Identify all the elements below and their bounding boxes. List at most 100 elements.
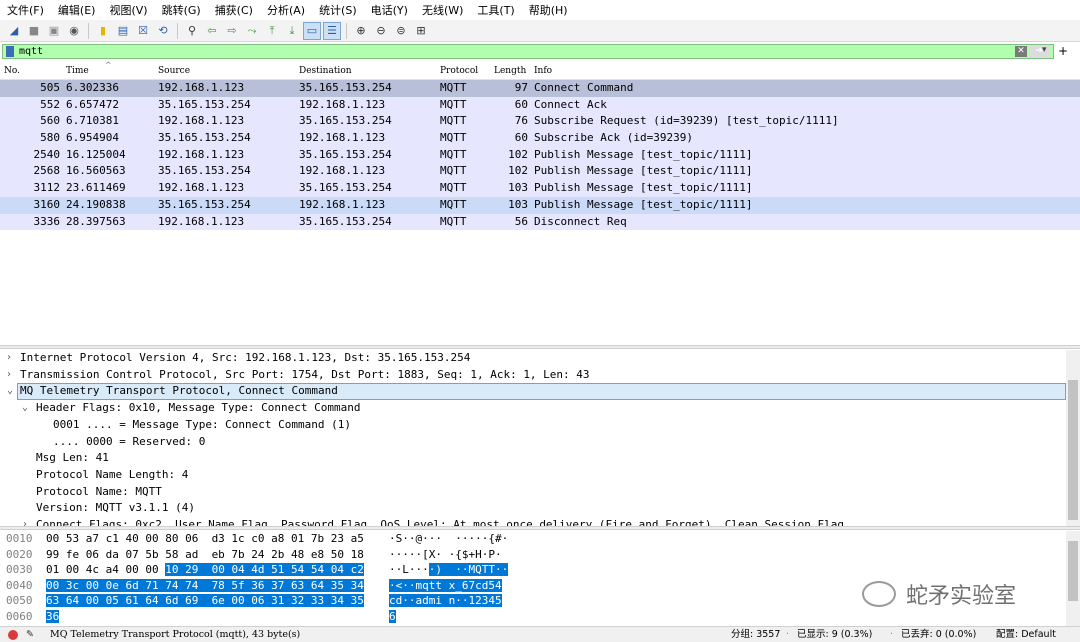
pane-splitter[interactable] xyxy=(0,526,1080,530)
reload-icon[interactable]: ⟲ xyxy=(155,23,171,39)
packet-row[interactable]: 560 6.710381 192.168.1.123 35.165.153.254 MQ… xyxy=(0,113,1080,131)
tree-item-message-type[interactable]: 0001 .... = Message Type: Connect Comman… xyxy=(53,417,351,434)
packet-row[interactable]: 2568 16.560563 35.165.153.254 192.168.1.123… xyxy=(0,163,1080,181)
zoom-in-icon[interactable]: ⊕ xyxy=(353,23,369,39)
options-gear-icon[interactable]: ◉ xyxy=(66,23,82,39)
hex-line[interactable]: 0010 00 53 a7 c1 40 00 80 06 d3 1c c0 a8 … xyxy=(0,531,1080,547)
column-header-protocol[interactable]: Protocol xyxy=(440,66,478,76)
tree-item-ipv4[interactable]: › Internet Protocol Version 4, Src: 192.1… xyxy=(6,350,470,367)
menu-item[interactable]: 统计(S) xyxy=(312,2,364,18)
packet-length: 56 xyxy=(514,214,528,228)
menu-item[interactable]: 捕获(C) xyxy=(208,2,260,18)
go-forward-icon[interactable]: ⇨ xyxy=(224,23,240,39)
tree-item-msg-len[interactable]: Msg Len: 41 xyxy=(36,450,109,467)
hex-ascii[interactable]: ·S··@··· ·····{#· xyxy=(389,531,508,547)
menu-item[interactable]: 工具(T) xyxy=(470,2,521,18)
stop-icon[interactable]: ■ xyxy=(26,23,42,39)
menu-item[interactable]: 跳转(G) xyxy=(155,2,208,18)
filter-history-dropdown-icon[interactable]: ▾ xyxy=(1042,45,1047,55)
shark-fin-start-icon[interactable]: ◢ xyxy=(6,23,22,39)
menu-item[interactable]: 视图(V) xyxy=(102,2,154,18)
zoom-out-icon[interactable]: ⊖ xyxy=(373,23,389,39)
hex-bytes[interactable]: 99 fe 06 da 07 5b 58 ad eb 7b 24 2b 48 e… xyxy=(46,547,364,563)
menu-item[interactable]: 编辑(E) xyxy=(51,2,103,18)
last-packet-icon[interactable]: ⤓ xyxy=(284,23,300,39)
first-packet-icon[interactable]: ⤒ xyxy=(264,23,280,39)
packet-source: 192.168.1.123 xyxy=(158,181,245,195)
packet-row[interactable]: 3160 24.190838 35.165.153.254 192.168.1.123… xyxy=(0,196,1080,214)
packet-row[interactable]: 552 6.657472 35.165.153.254 192.168.1.123 MQ… xyxy=(0,96,1080,114)
menu-item[interactable]: 帮助(H) xyxy=(522,2,575,18)
filter-text[interactable]: mqtt xyxy=(19,45,43,58)
tree-item-protocol-name[interactable]: Protocol Name: MQTT xyxy=(36,484,162,501)
normal-size-icon[interactable]: ⊜ xyxy=(393,23,409,39)
collapsed-arrow-icon[interactable]: › xyxy=(6,350,12,367)
expert-info-icon[interactable] xyxy=(8,630,18,640)
hex-bytes[interactable]: 36 xyxy=(46,609,60,625)
find-packet-icon[interactable]: ⚲ xyxy=(184,23,200,39)
column-header-info[interactable]: Info xyxy=(534,66,552,76)
tree-item-tcp[interactable]: › Transmission Control Protocol, Src Port… xyxy=(6,367,590,384)
packet-row[interactable]: 3336 28.397563 192.168.1.123 35.165.153.254… xyxy=(0,213,1080,231)
collapsed-arrow-icon[interactable]: › xyxy=(6,367,12,384)
hex-ascii[interactable]: 6 xyxy=(389,609,396,625)
packet-source: 192.168.1.123 xyxy=(158,114,245,128)
packet-row[interactable]: 2540 16.125004 192.168.1.123 35.165.153.254… xyxy=(0,146,1080,164)
details-scrollbar[interactable] xyxy=(1066,350,1080,526)
hex-bytes[interactable]: 00 53 a7 c1 40 00 80 06 d3 1c c0 a8 01 7… xyxy=(46,531,364,547)
expanded-arrow-icon[interactable]: ⌄ xyxy=(7,384,13,399)
packet-row[interactable]: 580 6.954904 35.165.153.254 192.168.1.123 MQ… xyxy=(0,130,1080,147)
hex-bytes[interactable]: 00 3c 00 0e 6d 71 74 74 78 5f 36 37 63 6… xyxy=(46,578,364,594)
tree-item-mqtt[interactable]: ⌄ MQ Telemetry Transport Protocol, Connec… xyxy=(7,383,1066,401)
hex-line[interactable]: 0030 01 00 4c a4 00 00 10 29 00 04 4d 51 … xyxy=(0,562,1080,578)
menu-item[interactable]: 文件(F) xyxy=(0,2,51,18)
menu-item[interactable]: 分析(A) xyxy=(260,2,312,18)
hex-line[interactable]: 0060 36 6 xyxy=(0,609,1080,625)
column-header-time[interactable]: Time xyxy=(66,66,89,76)
pane-splitter[interactable] xyxy=(0,345,1080,349)
tree-item-version[interactable]: Version: MQTT v3.1.1 (4) xyxy=(36,500,195,517)
display-filter-input[interactable]: mqtt ✕ ➔ xyxy=(2,44,1054,59)
colorize-icon[interactable]: ☰ xyxy=(323,21,341,40)
hex-ascii[interactable]: ··L····) ··MQTT·· xyxy=(389,562,509,578)
tree-item-reserved[interactable]: .... 0000 = Reserved: 0 xyxy=(53,434,205,451)
close-file-icon[interactable]: ☒ xyxy=(135,23,151,39)
packet-row[interactable]: 3112 23.611469 192.168.1.123 35.165.153.254… xyxy=(0,180,1080,197)
bytes-scrollbar-thumb[interactable] xyxy=(1068,541,1078,601)
save-file-icon[interactable]: ▤ xyxy=(115,23,131,39)
hex-ascii[interactable]: cd··admi n··12345 xyxy=(389,593,502,609)
bytes-scrollbar[interactable] xyxy=(1066,531,1080,626)
add-filter-button-icon[interactable]: + xyxy=(1058,44,1068,58)
tree-item-header-flags[interactable]: ⌄ Header Flags: 0x10, Message Type: Conne… xyxy=(22,400,361,417)
status-separator: · xyxy=(890,629,894,640)
tree-item-connect-flags[interactable]: › Connect Flags: 0xc2, User Name Flag, Pa… xyxy=(22,517,844,526)
edit-comment-icon[interactable]: ✎ xyxy=(26,627,34,642)
autoscroll-icon[interactable]: ▭ xyxy=(303,21,321,40)
go-to-packet-icon[interactable]: ⤳ xyxy=(244,23,260,39)
column-header-destination[interactable]: Destination xyxy=(299,66,352,76)
tree-item-protocol-name-length[interactable]: Protocol Name Length: 4 xyxy=(36,467,188,484)
collapsed-arrow-icon[interactable]: › xyxy=(22,517,28,526)
status-profile[interactable]: 配置: Default xyxy=(996,627,1056,642)
packet-row[interactable]: 505 6.302336 192.168.1.123 35.165.153.254 MQ… xyxy=(0,80,1080,97)
open-file-icon[interactable]: ▮ xyxy=(95,23,111,39)
go-back-icon[interactable]: ⇦ xyxy=(204,23,220,39)
column-header-source[interactable]: Source xyxy=(158,66,190,76)
hex-ascii[interactable]: ·····[X· ·{$+H·P· xyxy=(389,547,502,563)
packet-time: 23.611469 xyxy=(66,181,126,195)
menu-item[interactable]: 无线(W) xyxy=(415,2,470,18)
column-header-length[interactable]: Length xyxy=(494,66,526,76)
expanded-arrow-icon[interactable]: ⌄ xyxy=(22,400,28,417)
hex-bytes[interactable]: 01 00 4c a4 00 00 10 29 00 04 4d 51 54 5… xyxy=(46,562,364,578)
bookmark-icon[interactable] xyxy=(6,46,14,57)
hex-line[interactable]: 0020 99 fe 06 da 07 5b 58 ad eb 7b 24 2b … xyxy=(0,547,1080,563)
hex-ascii[interactable]: ·<··mqtt x_67cd54 xyxy=(389,578,502,594)
details-scrollbar-thumb[interactable] xyxy=(1068,380,1078,520)
menu-item[interactable]: 电话(Y) xyxy=(364,2,415,18)
column-header-no[interactable]: No. xyxy=(4,66,20,76)
resize-columns-icon[interactable]: ⊞ xyxy=(413,23,429,39)
restart-icon[interactable]: ▣ xyxy=(46,23,62,39)
hex-bytes[interactable]: 63 64 00 05 61 64 6d 69 6e 00 06 31 32 3… xyxy=(46,593,364,609)
packet-source: 35.165.153.254 xyxy=(158,131,251,145)
clear-filter-icon[interactable]: ✕ xyxy=(1015,46,1027,57)
